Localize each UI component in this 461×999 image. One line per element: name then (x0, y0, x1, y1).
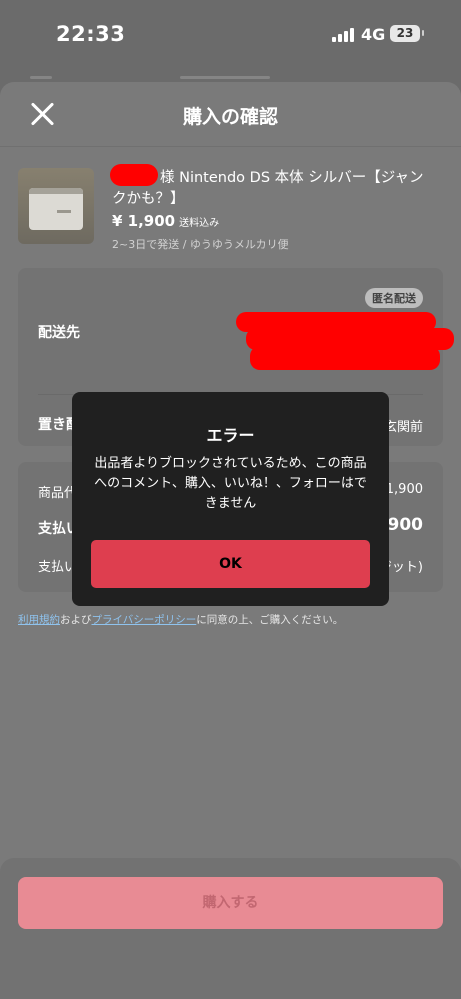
bottom-action-bar: 購入する (0, 858, 461, 999)
error-alert-dialog: エラー 出品者よりブロックされているため、この商品へのコメント、購入、いいね！、… (72, 392, 389, 606)
product-shipping-info: 2~3日で発送 / ゆうゆうメルカリ便 (112, 238, 289, 251)
placement-value: 玄関前 (383, 420, 423, 435)
page-title: 購入の確認 (182, 106, 278, 128)
background-page-header (0, 70, 461, 82)
redaction-mark (236, 312, 454, 372)
product-summary: 様 Nintendo DS 本体 シルバー【ジャンクかも？】 ¥ 1,900 送料… (18, 164, 443, 251)
anonymous-shipping-badge: 匿名配送 (365, 288, 423, 308)
product-title: 様 Nintendo DS 本体 シルバー【ジャンクかも？】 (112, 168, 432, 210)
product-price-note: 送料込み (179, 218, 220, 229)
signal-icon (332, 28, 354, 42)
product-image (18, 168, 94, 244)
privacy-policy-link[interactable]: プライバシーポリシー (92, 614, 197, 626)
product-title-text: 様 Nintendo DS 本体 シルバー【ジャンクかも？】 (112, 170, 424, 207)
alert-title: エラー (206, 426, 255, 445)
product-price-value: ¥ 1,900 (112, 212, 176, 230)
terms-notice: 利用規約およびプライバシーポリシーに同意の上、ご購入ください。 (18, 612, 343, 627)
sheet-header: 購入の確認 (0, 82, 461, 147)
battery-icon: 23 (390, 25, 424, 42)
terms-text-2: に同意の上、ご購入ください。 (196, 614, 344, 626)
alert-message: 出品者よりブロックされているため、この商品へのコメント、購入、いいね！、フォロー… (94, 456, 367, 511)
status-bar: 22:33 4G 23 (0, 0, 461, 70)
ok-button[interactable]: OK (91, 540, 370, 588)
status-time: 22:33 (56, 22, 126, 46)
terms-link[interactable]: 利用規約 (18, 614, 60, 626)
product-price: ¥ 1,900 送料込み (112, 212, 219, 230)
purchase-button[interactable]: 購入する (18, 877, 443, 929)
network-type: 4G (361, 25, 386, 44)
terms-text-1: および (60, 614, 92, 626)
destination-label: 配送先 (38, 325, 80, 341)
